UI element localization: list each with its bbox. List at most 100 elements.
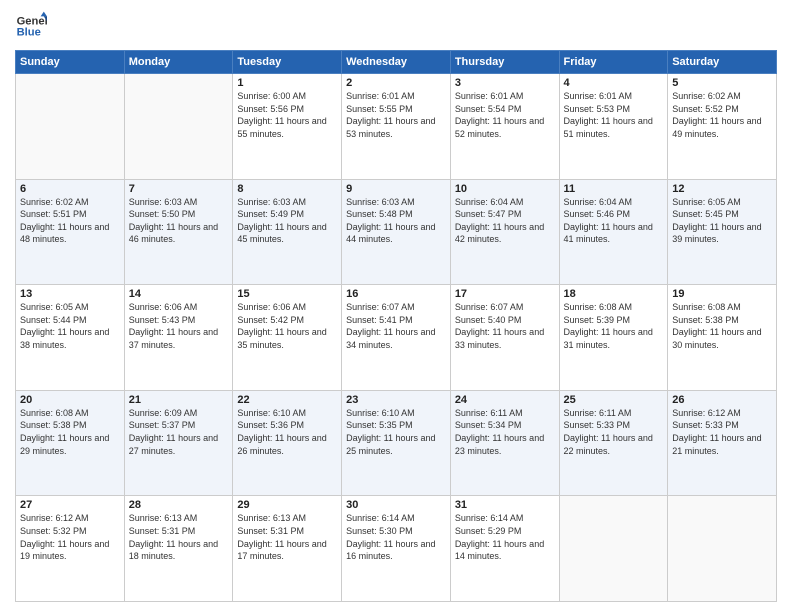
day-number: 7 xyxy=(129,183,229,195)
cell-info: Sunrise: 6:12 AM Sunset: 5:33 PM Dayligh… xyxy=(672,407,772,457)
calendar-cell: 13Sunrise: 6:05 AM Sunset: 5:44 PM Dayli… xyxy=(16,285,125,391)
weekday-header-monday: Monday xyxy=(124,51,233,74)
cell-info: Sunrise: 6:03 AM Sunset: 5:50 PM Dayligh… xyxy=(129,196,229,246)
weekday-header-saturday: Saturday xyxy=(668,51,777,74)
calendar-cell: 31Sunrise: 6:14 AM Sunset: 5:29 PM Dayli… xyxy=(450,496,559,602)
cell-info: Sunrise: 6:01 AM Sunset: 5:53 PM Dayligh… xyxy=(564,90,664,140)
cell-info: Sunrise: 6:06 AM Sunset: 5:42 PM Dayligh… xyxy=(237,301,337,351)
cell-info: Sunrise: 6:03 AM Sunset: 5:49 PM Dayligh… xyxy=(237,196,337,246)
calendar-cell xyxy=(16,74,125,180)
cell-info: Sunrise: 6:05 AM Sunset: 5:44 PM Dayligh… xyxy=(20,301,120,351)
cell-info: Sunrise: 6:09 AM Sunset: 5:37 PM Dayligh… xyxy=(129,407,229,457)
weekday-header-wednesday: Wednesday xyxy=(342,51,451,74)
calendar-cell: 1Sunrise: 6:00 AM Sunset: 5:56 PM Daylig… xyxy=(233,74,342,180)
calendar-cell: 8Sunrise: 6:03 AM Sunset: 5:49 PM Daylig… xyxy=(233,179,342,285)
day-number: 12 xyxy=(672,183,772,195)
day-number: 3 xyxy=(455,77,555,89)
day-number: 14 xyxy=(129,288,229,300)
day-number: 6 xyxy=(20,183,120,195)
weekday-header-thursday: Thursday xyxy=(450,51,559,74)
cell-info: Sunrise: 6:10 AM Sunset: 5:36 PM Dayligh… xyxy=(237,407,337,457)
cell-info: Sunrise: 6:02 AM Sunset: 5:52 PM Dayligh… xyxy=(672,90,772,140)
svg-text:General: General xyxy=(17,15,47,27)
day-number: 13 xyxy=(20,288,120,300)
cell-info: Sunrise: 6:08 AM Sunset: 5:39 PM Dayligh… xyxy=(564,301,664,351)
day-number: 20 xyxy=(20,394,120,406)
cell-info: Sunrise: 6:12 AM Sunset: 5:32 PM Dayligh… xyxy=(20,512,120,562)
calendar-cell: 10Sunrise: 6:04 AM Sunset: 5:47 PM Dayli… xyxy=(450,179,559,285)
calendar-cell xyxy=(668,496,777,602)
calendar-cell: 3Sunrise: 6:01 AM Sunset: 5:54 PM Daylig… xyxy=(450,74,559,180)
calendar-cell: 16Sunrise: 6:07 AM Sunset: 5:41 PM Dayli… xyxy=(342,285,451,391)
day-number: 8 xyxy=(237,183,337,195)
cell-info: Sunrise: 6:08 AM Sunset: 5:38 PM Dayligh… xyxy=(20,407,120,457)
day-number: 17 xyxy=(455,288,555,300)
calendar-cell: 9Sunrise: 6:03 AM Sunset: 5:48 PM Daylig… xyxy=(342,179,451,285)
header: General Blue xyxy=(15,10,777,42)
cell-info: Sunrise: 6:02 AM Sunset: 5:51 PM Dayligh… xyxy=(20,196,120,246)
cell-info: Sunrise: 6:06 AM Sunset: 5:43 PM Dayligh… xyxy=(129,301,229,351)
logo-icon: General Blue xyxy=(15,10,47,42)
cell-info: Sunrise: 6:00 AM Sunset: 5:56 PM Dayligh… xyxy=(237,90,337,140)
day-number: 31 xyxy=(455,499,555,511)
calendar-table: SundayMondayTuesdayWednesdayThursdayFrid… xyxy=(15,50,777,602)
day-number: 22 xyxy=(237,394,337,406)
calendar-cell: 25Sunrise: 6:11 AM Sunset: 5:33 PM Dayli… xyxy=(559,390,668,496)
cell-info: Sunrise: 6:11 AM Sunset: 5:33 PM Dayligh… xyxy=(564,407,664,457)
day-number: 21 xyxy=(129,394,229,406)
calendar-cell: 5Sunrise: 6:02 AM Sunset: 5:52 PM Daylig… xyxy=(668,74,777,180)
calendar-cell: 6Sunrise: 6:02 AM Sunset: 5:51 PM Daylig… xyxy=(16,179,125,285)
weekday-header-sunday: Sunday xyxy=(16,51,125,74)
cell-info: Sunrise: 6:13 AM Sunset: 5:31 PM Dayligh… xyxy=(237,512,337,562)
calendar-cell: 4Sunrise: 6:01 AM Sunset: 5:53 PM Daylig… xyxy=(559,74,668,180)
day-number: 16 xyxy=(346,288,446,300)
calendar-cell: 21Sunrise: 6:09 AM Sunset: 5:37 PM Dayli… xyxy=(124,390,233,496)
calendar-cell: 20Sunrise: 6:08 AM Sunset: 5:38 PM Dayli… xyxy=(16,390,125,496)
day-number: 24 xyxy=(455,394,555,406)
calendar-cell: 28Sunrise: 6:13 AM Sunset: 5:31 PM Dayli… xyxy=(124,496,233,602)
cell-info: Sunrise: 6:13 AM Sunset: 5:31 PM Dayligh… xyxy=(129,512,229,562)
calendar-cell: 14Sunrise: 6:06 AM Sunset: 5:43 PM Dayli… xyxy=(124,285,233,391)
cell-info: Sunrise: 6:03 AM Sunset: 5:48 PM Dayligh… xyxy=(346,196,446,246)
cell-info: Sunrise: 6:01 AM Sunset: 5:54 PM Dayligh… xyxy=(455,90,555,140)
calendar-cell: 12Sunrise: 6:05 AM Sunset: 5:45 PM Dayli… xyxy=(668,179,777,285)
calendar-cell xyxy=(124,74,233,180)
calendar-cell: 2Sunrise: 6:01 AM Sunset: 5:55 PM Daylig… xyxy=(342,74,451,180)
cell-info: Sunrise: 6:14 AM Sunset: 5:29 PM Dayligh… xyxy=(455,512,555,562)
cell-info: Sunrise: 6:04 AM Sunset: 5:47 PM Dayligh… xyxy=(455,196,555,246)
cell-info: Sunrise: 6:11 AM Sunset: 5:34 PM Dayligh… xyxy=(455,407,555,457)
calendar-cell: 15Sunrise: 6:06 AM Sunset: 5:42 PM Dayli… xyxy=(233,285,342,391)
calendar-cell: 29Sunrise: 6:13 AM Sunset: 5:31 PM Dayli… xyxy=(233,496,342,602)
day-number: 26 xyxy=(672,394,772,406)
day-number: 27 xyxy=(20,499,120,511)
logo: General Blue xyxy=(15,10,51,42)
cell-info: Sunrise: 6:08 AM Sunset: 5:38 PM Dayligh… xyxy=(672,301,772,351)
day-number: 4 xyxy=(564,77,664,89)
day-number: 30 xyxy=(346,499,446,511)
calendar-cell: 18Sunrise: 6:08 AM Sunset: 5:39 PM Dayli… xyxy=(559,285,668,391)
calendar-cell: 27Sunrise: 6:12 AM Sunset: 5:32 PM Dayli… xyxy=(16,496,125,602)
calendar-cell: 7Sunrise: 6:03 AM Sunset: 5:50 PM Daylig… xyxy=(124,179,233,285)
calendar-cell: 17Sunrise: 6:07 AM Sunset: 5:40 PM Dayli… xyxy=(450,285,559,391)
calendar-cell xyxy=(559,496,668,602)
cell-info: Sunrise: 6:01 AM Sunset: 5:55 PM Dayligh… xyxy=(346,90,446,140)
calendar-cell: 11Sunrise: 6:04 AM Sunset: 5:46 PM Dayli… xyxy=(559,179,668,285)
day-number: 11 xyxy=(564,183,664,195)
day-number: 23 xyxy=(346,394,446,406)
cell-info: Sunrise: 6:07 AM Sunset: 5:41 PM Dayligh… xyxy=(346,301,446,351)
page: General Blue SundayMondayTuesdayWednesda… xyxy=(0,0,792,612)
cell-info: Sunrise: 6:04 AM Sunset: 5:46 PM Dayligh… xyxy=(564,196,664,246)
day-number: 2 xyxy=(346,77,446,89)
day-number: 28 xyxy=(129,499,229,511)
svg-text:Blue: Blue xyxy=(17,27,41,39)
calendar-cell: 23Sunrise: 6:10 AM Sunset: 5:35 PM Dayli… xyxy=(342,390,451,496)
day-number: 9 xyxy=(346,183,446,195)
calendar-cell: 30Sunrise: 6:14 AM Sunset: 5:30 PM Dayli… xyxy=(342,496,451,602)
day-number: 5 xyxy=(672,77,772,89)
cell-info: Sunrise: 6:14 AM Sunset: 5:30 PM Dayligh… xyxy=(346,512,446,562)
calendar-cell: 22Sunrise: 6:10 AM Sunset: 5:36 PM Dayli… xyxy=(233,390,342,496)
weekday-header-friday: Friday xyxy=(559,51,668,74)
day-number: 25 xyxy=(564,394,664,406)
calendar-cell: 24Sunrise: 6:11 AM Sunset: 5:34 PM Dayli… xyxy=(450,390,559,496)
day-number: 10 xyxy=(455,183,555,195)
